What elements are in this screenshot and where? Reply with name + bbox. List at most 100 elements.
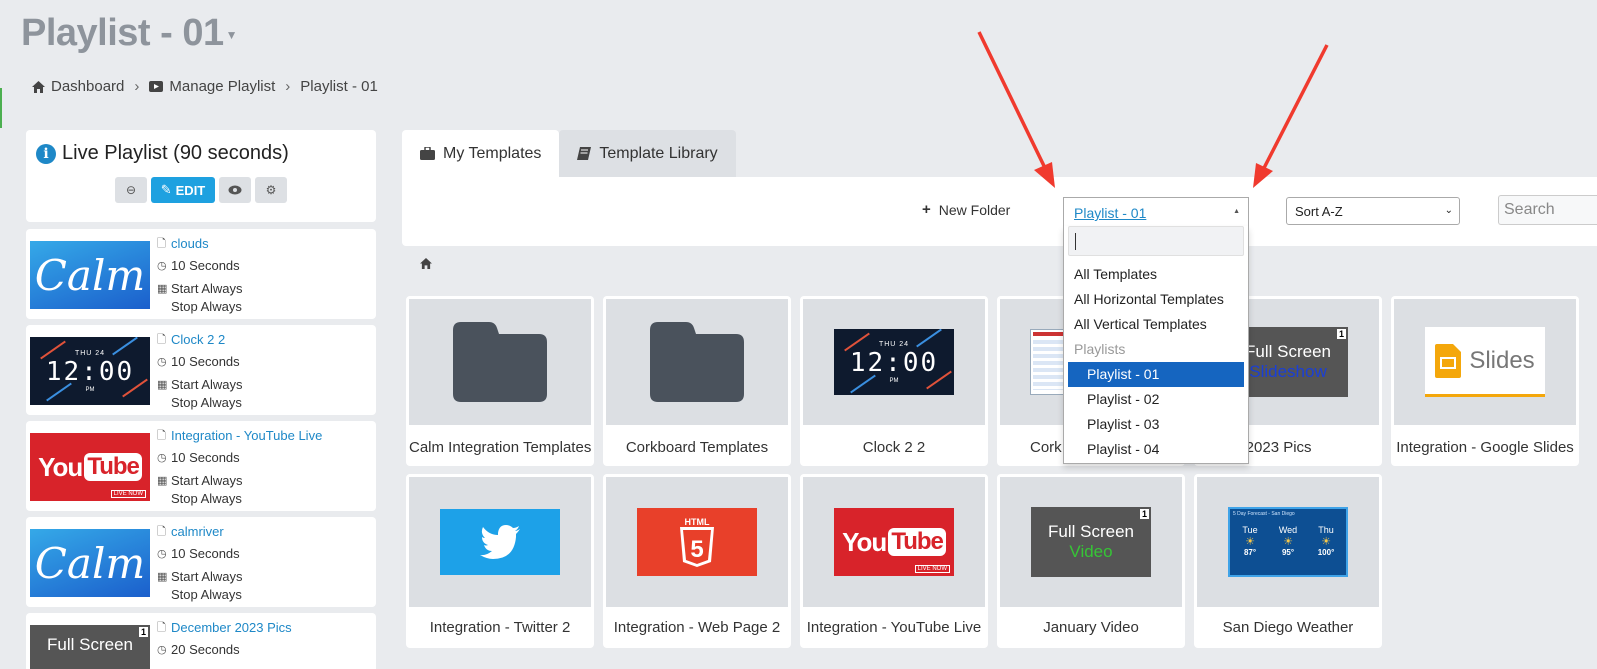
template-tile[interactable]: Calm Integration Templates — [406, 296, 594, 466]
breadcrumb-manage-playlist[interactable]: Manage Playlist — [149, 78, 275, 95]
tab-my-templates[interactable]: My Templates — [402, 130, 560, 177]
caret-up-icon: ▲ — [1233, 208, 1240, 215]
template-name: Corkboard Templates — [625, 439, 769, 456]
gears-icon: ⚙ — [265, 183, 277, 197]
dropdown-option-playlist-01[interactable]: Playlist - 01 — [1068, 362, 1244, 387]
home-icon — [32, 80, 45, 93]
dropdown-option-all-horizontal[interactable]: All Horizontal Templates — [1064, 287, 1248, 312]
youtube-tube: Tube — [888, 528, 946, 556]
new-folder-button[interactable]: + New Folder — [922, 201, 1010, 218]
playlist-item[interactable]: You Tube LIVE NOW 🗋 Integration - YouTube … — [26, 421, 376, 511]
back-button[interactable]: ⊖ — [115, 177, 147, 203]
preview-button[interactable] — [219, 177, 251, 203]
playlist-item-name[interactable]: calmriver — [171, 523, 224, 541]
playlist-item[interactable]: Calm 🗋 calmriver ◷ 10 Seconds ▦ Start Alway… — [26, 517, 376, 607]
slides-label: Slides — [1469, 346, 1535, 374]
youtube-tube: Tube — [84, 453, 142, 481]
slides-icon — [1435, 343, 1462, 378]
page-title[interactable]: Playlist - 01 ▼ — [21, 12, 238, 55]
youtube-logo: You Tube LIVE NOW — [834, 508, 954, 576]
playlist-filter-value: Playlist - 01 — [1074, 205, 1147, 221]
template-tile[interactable]: You Tube LIVE NOW Integration - YouTube L… — [800, 474, 988, 648]
playlist-item-start: Start Always — [171, 473, 243, 488]
caret-down-icon[interactable]: ▼ — [226, 28, 238, 42]
playlist-item-start: Start Always — [171, 377, 243, 392]
calendar-icon: ▦ — [157, 475, 168, 487]
search-input[interactable]: Search — [1498, 195, 1597, 225]
breadcrumb-dashboard[interactable]: Dashboard — [32, 78, 124, 95]
template-thumbnail — [409, 299, 591, 425]
video-preview: 1 Full Screen Video — [1031, 507, 1151, 577]
info-icon: i — [36, 143, 56, 164]
template-tile[interactable]: 5 Day Forecast - San Diego Tue ☀ 87° Wed… — [1194, 474, 1382, 648]
annotation-arrow-left — [977, 31, 1055, 188]
playlist-item-name[interactable]: Clock 2 2 — [171, 331, 225, 349]
breadcrumb-current: Playlist - 01 — [300, 78, 378, 95]
playlist-item[interactable]: 1 Full Screen 🗋 December 2023 Pics ◷ 20 Se… — [26, 613, 376, 669]
template-name: Integration - YouTube Live — [806, 619, 982, 636]
tab-template-library[interactable]: Template Library — [559, 130, 736, 177]
template-name: Integration - Google Slides — [1396, 439, 1574, 456]
playlist-item-name[interactable]: December 2023 Pics — [171, 619, 292, 637]
template-thumbnail: You Tube LIVE NOW — [803, 477, 985, 607]
fullscreen-label: Full Screen — [1048, 522, 1134, 541]
fullscreen-thumbnail: 1 Full Screen Video — [1031, 507, 1151, 577]
playlist-item[interactable]: Calm 🗋 clouds ◷ 10 Seconds ▦ Start Always S… — [26, 229, 376, 319]
clock-day: THU 24 — [74, 349, 106, 357]
clock-time: 12:00 — [849, 347, 939, 378]
clock-time: 12:00 — [45, 356, 135, 387]
live-now-badge: LIVE NOW — [110, 490, 146, 498]
clock-day: THU 24 — [878, 340, 910, 348]
eye-icon — [228, 185, 242, 195]
dropdown-option-playlist-03[interactable]: Playlist - 03 — [1068, 412, 1244, 437]
playlist-item-thumbnail: Calm — [30, 241, 150, 309]
playlist-item[interactable]: THU 24 12:00 PM 🗋 Clock 2 2 ◷ 10 Seconds ▦… — [26, 325, 376, 415]
weather-high: 87° — [1243, 548, 1257, 557]
template-tile[interactable]: Integration - Twitter 2 — [406, 474, 594, 648]
edit-button[interactable]: ✎ EDIT — [151, 177, 215, 203]
template-thumbnail: THU 24 12:00 PM — [803, 299, 985, 425]
template-name: Integration - Web Page 2 — [613, 619, 781, 636]
live-playlist-actions: ⊖ ✎ EDIT ⚙ — [115, 177, 287, 203]
file-icon: 🗋 — [157, 430, 166, 442]
dropdown-option-playlist-04[interactable]: Playlist - 04 — [1068, 437, 1244, 462]
template-tile[interactable]: THU 24 12:00 PM Clock 2 2 — [800, 296, 988, 466]
dropdown-option-all-vertical[interactable]: All Vertical Templates — [1064, 312, 1248, 337]
file-icon: 🗋 — [157, 526, 166, 538]
search-placeholder: Search — [1504, 201, 1555, 218]
template-toolbar: + New Folder Playlist - 01 ▲ Sort A-Z ⌄ … — [402, 177, 1597, 246]
template-tile[interactable]: HTML 5 Integration - Web Page 2 — [603, 474, 791, 648]
folder-home-icon[interactable] — [420, 258, 432, 269]
playlist-item-duration: 10 Seconds — [171, 258, 240, 273]
template-tile[interactable]: Corkboard Templates — [603, 296, 791, 466]
sort-value: Sort A-Z — [1295, 204, 1343, 219]
playlist-item-name[interactable]: Integration - YouTube Live — [171, 427, 322, 445]
settings-button[interactable]: ⚙ — [255, 177, 287, 203]
playlist-item-start: Start Always — [171, 281, 243, 296]
plus-icon: + — [922, 201, 931, 218]
edit-icon: ✎ — [160, 182, 172, 197]
weather-high: 100° — [1317, 548, 1335, 557]
html5-logo: HTML 5 — [637, 508, 757, 576]
playlist-dropdown: All Templates All Horizontal Templates A… — [1063, 226, 1249, 464]
playlist-item-name[interactable]: clouds — [171, 235, 209, 253]
playlist-item-meta: 🗋 December 2023 Pics ◷ 20 Seconds — [157, 619, 292, 659]
clock-icon: ◷ — [157, 356, 167, 368]
sort-select[interactable]: Sort A-Z ⌄ — [1286, 197, 1460, 225]
video-label: Video — [1069, 542, 1113, 561]
youtube-preview: You Tube LIVE NOW — [834, 508, 954, 576]
calendar-icon: ▦ — [157, 571, 168, 583]
clock-thumbnail: THU 24 12:00 PM — [30, 337, 150, 405]
dropdown-option-playlist-02[interactable]: Playlist - 02 — [1068, 387, 1244, 412]
html5-shield-icon: 5 — [680, 527, 714, 567]
template-tile[interactable]: 1 Full Screen Video January Video — [997, 474, 1185, 648]
chevron-down-icon: ⌄ — [1444, 205, 1453, 216]
tab-label: Template Library — [599, 144, 718, 162]
calm-logo: Calm — [30, 529, 150, 597]
template-tile[interactable]: Slides Integration - Google Slides — [1391, 296, 1579, 466]
template-name: January Video — [1043, 619, 1139, 636]
dropdown-search-input[interactable] — [1068, 226, 1244, 256]
playlist-filter-select[interactable]: Playlist - 01 ▲ — [1063, 197, 1249, 227]
sun-icon: ☀ — [1321, 536, 1331, 548]
dropdown-option-all-templates[interactable]: All Templates — [1064, 262, 1248, 287]
